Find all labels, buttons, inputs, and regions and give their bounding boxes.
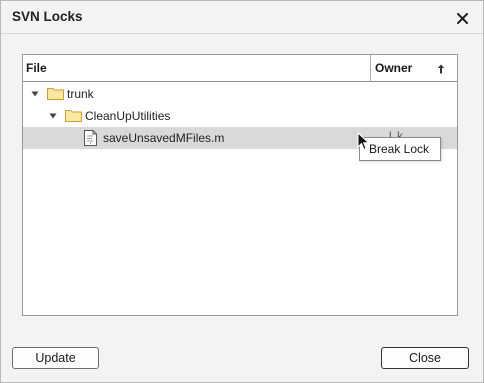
column-header-owner-label: Owner — [375, 61, 413, 75]
tree-row-trunk[interactable]: trunk — [23, 83, 457, 105]
context-menu: Break Lock — [359, 137, 441, 161]
tree-row-label: saveUnsavedMFiles.m — [103, 131, 225, 145]
locks-table: File Owner trunk CleanUpUtilities saveUn… — [22, 54, 458, 316]
file-icon — [84, 130, 97, 146]
table-header: File Owner — [23, 55, 457, 82]
update-button[interactable]: Update — [12, 347, 99, 369]
chevron-down-icon[interactable] — [48, 111, 58, 121]
folder-icon — [65, 110, 82, 122]
svn-locks-dialog: SVN Locks File Owner trunk CleanUpUtilit… — [0, 0, 484, 383]
sort-ascending-icon[interactable] — [437, 64, 445, 74]
mouse-pointer-icon — [357, 132, 370, 151]
tree-row-label: trunk — [67, 87, 94, 101]
menu-item-break-lock[interactable]: Break Lock — [360, 138, 440, 160]
close-button[interactable]: Close — [381, 347, 469, 369]
dialog-title: SVN Locks — [12, 9, 83, 24]
tree-row-cleanuputilities[interactable]: CleanUpUtilities — [23, 105, 457, 127]
tree-row-label: CleanUpUtilities — [85, 109, 171, 123]
column-header-file[interactable]: File — [23, 55, 371, 82]
title-bar: SVN Locks — [1, 1, 483, 34]
column-header-owner[interactable]: Owner — [371, 55, 457, 82]
close-icon[interactable] — [453, 9, 471, 27]
folder-icon — [47, 88, 64, 100]
chevron-down-icon[interactable] — [30, 89, 40, 99]
